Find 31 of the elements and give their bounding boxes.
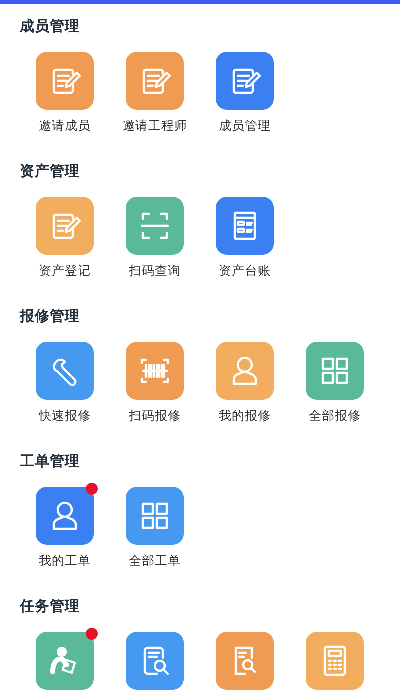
section-title: 成员管理 (20, 18, 81, 37)
tile-label: 扫码报修 (129, 407, 181, 425)
app-tile[interactable] (306, 342, 364, 400)
tile-label: 全部报修 (309, 407, 361, 425)
app-tile[interactable] (36, 342, 94, 400)
tile-label: 邀请工程师 (122, 117, 188, 135)
tile-label: 我的报修 (219, 407, 271, 425)
app-tile[interactable] (216, 52, 274, 110)
tile-label: 快速报修 (39, 407, 91, 425)
app-tile[interactable] (306, 632, 364, 690)
section-title: 资产管理 (20, 162, 81, 182)
section-title: 报修管理 (20, 308, 81, 327)
app-tile[interactable] (126, 197, 184, 255)
tile-label: 扫码查询 (129, 262, 181, 280)
tile-label: 我的工单 (39, 552, 91, 570)
section-title: 工单管理 (20, 452, 81, 472)
app-tile[interactable] (126, 487, 184, 545)
tile-label: 成员管理 (219, 117, 271, 135)
app-tile[interactable] (216, 197, 274, 255)
app-tile[interactable] (36, 197, 94, 255)
app-tile[interactable] (126, 52, 184, 110)
app-tile[interactable] (36, 52, 94, 110)
section-title: 任务管理 (20, 598, 81, 617)
app-tile[interactable] (126, 632, 184, 690)
app-tile[interactable] (216, 632, 274, 690)
tile-label: 全部工单 (129, 552, 181, 570)
app-tile[interactable] (126, 342, 184, 400)
app-tile[interactable] (216, 342, 274, 400)
tile-label: 资产台账 (219, 262, 271, 280)
tile-label: 邀请成员 (39, 117, 91, 135)
tile-label: 资产登记 (39, 262, 91, 280)
